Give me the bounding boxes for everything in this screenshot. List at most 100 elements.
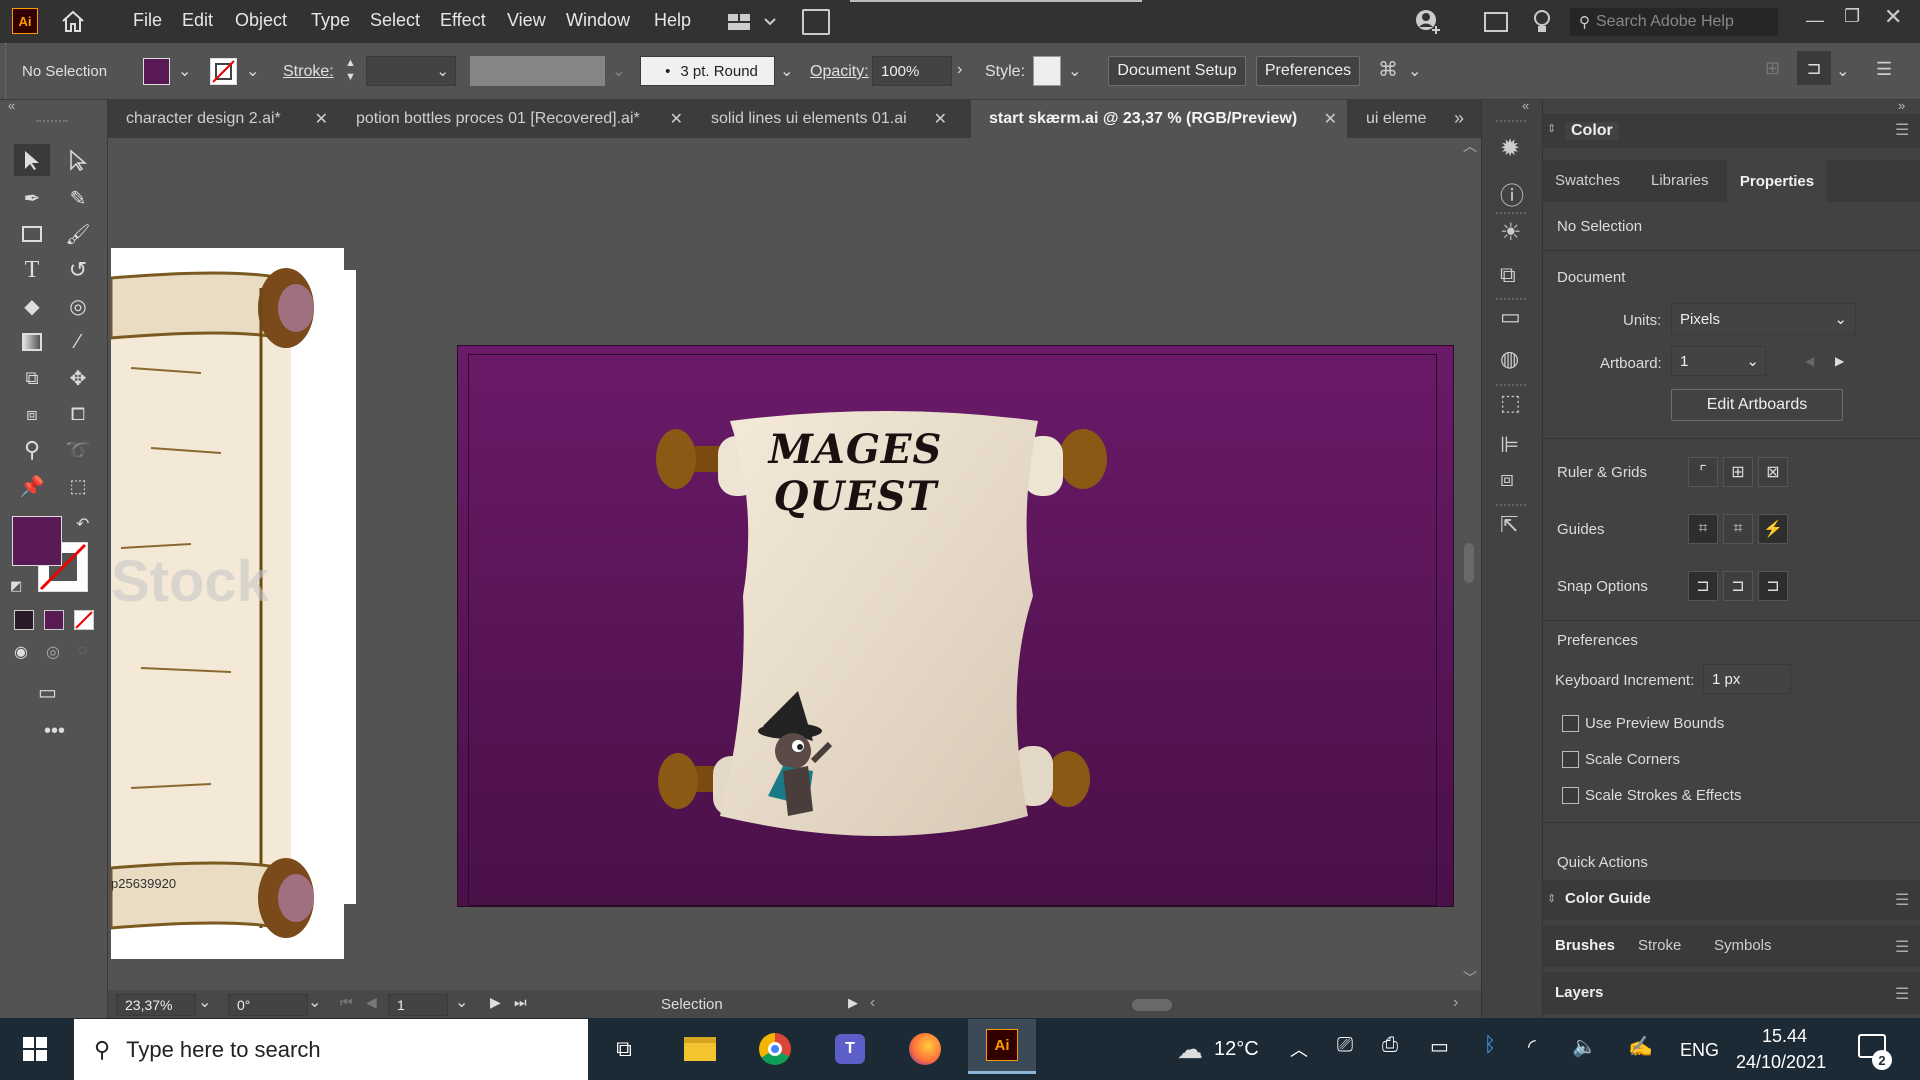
zoom-dropdown-icon[interactable]: ⌄	[198, 992, 211, 1012]
strip-gripper[interactable]	[1496, 120, 1526, 122]
chrome-icon[interactable]	[745, 1025, 805, 1073]
eyedropper-tool-icon[interactable]: ⁄	[60, 326, 96, 358]
volume-icon[interactable]: 🔈	[1572, 1034, 1597, 1059]
show-hidden-icons-icon[interactable]: ︿	[1290, 1036, 1308, 1062]
language-indicator[interactable]: ENG	[1680, 1040, 1719, 1061]
show-guides-icon[interactable]: ⌗	[1688, 514, 1718, 544]
document-setup-button[interactable]: Document Setup	[1108, 56, 1246, 86]
stroke-weight-field[interactable]: ⌄	[366, 56, 456, 86]
close-tab-icon[interactable]: ✕	[1324, 109, 1337, 129]
appearance-panel-icon[interactable]: ✹	[1500, 134, 1520, 163]
lasso-tool-icon[interactable]: ➰	[60, 434, 96, 466]
color-guide-header[interactable]: ⇕ Color Guide ☰	[1543, 880, 1920, 920]
draw-normal-icon[interactable]: ◉	[14, 642, 28, 662]
scroll-up-icon[interactable]: ︿	[1463, 138, 1477, 156]
eraser-tool-icon[interactable]: ◆	[14, 290, 50, 322]
menu-window[interactable]: Window	[566, 10, 630, 31]
panel-layout-icon[interactable]	[1484, 12, 1508, 32]
artboards-panel-icon[interactable]: ⬚	[1500, 390, 1521, 416]
color-mode-icon[interactable]	[14, 610, 34, 630]
close-tab-icon[interactable]: ✕	[670, 109, 683, 129]
weather-icon[interactable]: ☁	[1160, 1025, 1220, 1073]
fill-swatch[interactable]	[143, 58, 170, 85]
zoom-field[interactable]: 23,37%	[116, 994, 196, 1016]
share-user-icon[interactable]	[1414, 8, 1442, 41]
tab-solid-lines[interactable]: solid lines ui elements 01.ai ✕	[693, 100, 957, 138]
menu-object[interactable]: Object	[235, 10, 287, 31]
edit-toolbar-icon[interactable]: •••	[44, 720, 65, 743]
artboard-number-field[interactable]: 1	[388, 994, 448, 1016]
main-artboard[interactable]: MAGES QUEST	[457, 345, 1454, 907]
control-bar-gripper[interactable]	[0, 43, 6, 99]
tab-symbols[interactable]: Symbols	[1714, 937, 1772, 954]
stroke-weight-dropdown-icon[interactable]: ⌄	[436, 62, 449, 80]
stroke-swatch[interactable]	[210, 58, 237, 85]
lock-guides-icon[interactable]: ⌗	[1723, 514, 1753, 544]
scroll-right-icon[interactable]: ›	[1453, 994, 1458, 1012]
gradient-tool-icon[interactable]	[14, 326, 50, 358]
restore-icon[interactable]: ❐	[1844, 6, 1860, 27]
direct-selection-tool-icon[interactable]	[60, 144, 96, 176]
menu-file[interactable]: File	[133, 10, 162, 31]
brightness-panel-icon[interactable]: ☀	[1500, 218, 1522, 247]
toolbar-gripper[interactable]	[36, 120, 68, 122]
scale-corners-checkbox[interactable]	[1562, 751, 1579, 768]
tab-layers[interactable]: Layers	[1555, 984, 1603, 1001]
color-guide-menu-icon[interactable]: ☰	[1895, 890, 1909, 910]
status-menu-arrow-icon[interactable]: ▶	[848, 995, 858, 1011]
tab-ui-elements[interactable]: ui eleme	[1348, 100, 1448, 138]
help-search-input[interactable]: ⚲ Search Adobe Help	[1570, 8, 1778, 36]
smart-guides-icon[interactable]: ⚡	[1758, 514, 1788, 544]
stroke-weight-stepper[interactable]: ▲ ▼	[345, 56, 357, 86]
panel-collapse-icon[interactable]: »	[1898, 98, 1905, 113]
artboard-dropdown-icon[interactable]: ⌄	[455, 992, 468, 1012]
wifi-icon[interactable]: ◜	[1528, 1034, 1536, 1059]
fill-dropdown-icon[interactable]: ⌄	[178, 61, 191, 81]
gradient-panel-icon[interactable]: ▭	[1500, 304, 1521, 330]
tab-brushes[interactable]: Brushes	[1555, 937, 1615, 954]
use-preview-bounds-checkbox[interactable]	[1562, 715, 1579, 732]
opacity-arrow-icon[interactable]: ›	[957, 61, 962, 79]
vertical-scrollbar[interactable]: ︿ ﹀	[1458, 138, 1481, 990]
bluetooth-icon[interactable]: ᛒ	[1484, 1034, 1496, 1057]
close-tab-icon[interactable]: ✕	[315, 109, 328, 129]
brushes-menu-icon[interactable]: ☰	[1895, 937, 1909, 957]
curvature-tool-icon[interactable]: ✎	[60, 182, 96, 214]
graphic-style-swatch[interactable]	[1033, 56, 1061, 86]
export-panel-icon[interactable]: ⇱	[1500, 512, 1518, 538]
illustrator-taskbar-icon[interactable]: Ai	[968, 1019, 1036, 1074]
rotation-field[interactable]: 0°	[228, 994, 308, 1016]
first-artboard-icon[interactable]: ⏮	[340, 994, 353, 1011]
minimize-icon[interactable]: —	[1806, 10, 1824, 31]
control-menu-icon[interactable]: ☰	[1876, 59, 1892, 80]
windows-start-icon[interactable]	[5, 1025, 65, 1073]
style-dropdown-icon[interactable]: ⌄	[1068, 61, 1081, 81]
screen-mode-icon[interactable]: ▭	[38, 680, 57, 705]
close-window-icon[interactable]: ✕	[1884, 4, 1902, 30]
menu-effect[interactable]: Effect	[440, 10, 486, 31]
tab-libraries[interactable]: Libraries	[1651, 172, 1709, 189]
snap-options-icon[interactable]: ⊐	[1797, 51, 1831, 85]
rotate-tool-icon[interactable]: ↺	[60, 254, 96, 286]
draw-behind-icon[interactable]: ◎	[46, 642, 60, 662]
layers-menu-icon[interactable]: ☰	[1895, 984, 1909, 1004]
opacity-field[interactable]: 100%	[872, 56, 952, 86]
prev-artboard-icon[interactable]: ◀	[366, 994, 377, 1011]
battery-icon[interactable]: ▭	[1430, 1034, 1449, 1059]
ruler-icon[interactable]: ⌜	[1688, 457, 1718, 487]
firefox-icon[interactable]	[895, 1025, 955, 1073]
panel-menu-icon[interactable]: ☰	[1895, 120, 1909, 140]
snap-to-pixel-icon[interactable]: ⊐	[1723, 571, 1753, 601]
rectangle-tool-icon[interactable]	[14, 218, 50, 250]
next-artboard-panel-icon[interactable]: ▶	[1835, 354, 1844, 368]
scale-strokes-checkbox[interactable]	[1562, 787, 1579, 804]
preferences-button[interactable]: Preferences	[1256, 56, 1360, 86]
pen-tool-icon[interactable]: ✒	[14, 182, 50, 214]
tab-potion-bottles[interactable]: potion bottles proces 01 [Recovered].ai*…	[338, 100, 693, 138]
strip-collapse-icon[interactable]: «	[1522, 98, 1529, 113]
profile-dropdown-icon[interactable]: ⌄	[612, 61, 625, 81]
arrange-documents-icon[interactable]	[802, 9, 830, 35]
file-explorer-icon[interactable]	[670, 1025, 730, 1073]
keyboard-increment-field[interactable]: 1 px	[1703, 664, 1791, 694]
home-icon[interactable]	[60, 8, 86, 39]
